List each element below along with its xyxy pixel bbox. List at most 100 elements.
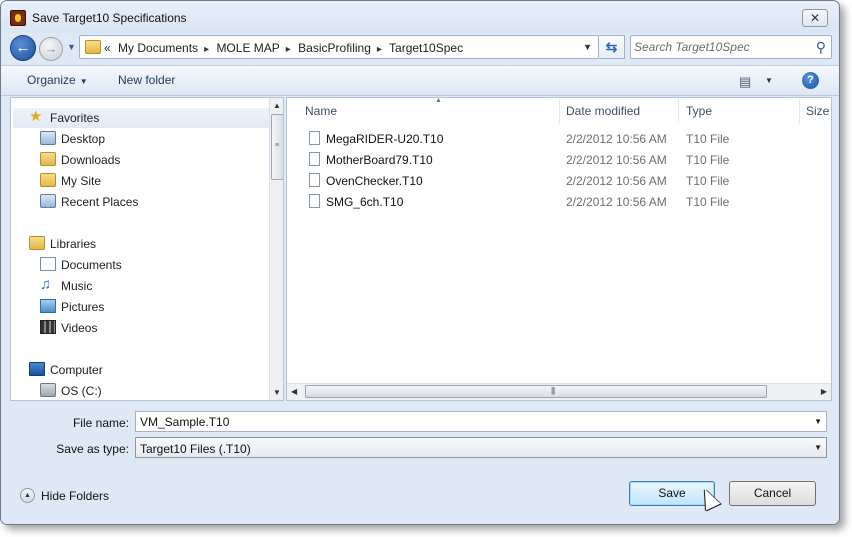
file-row[interactable]: MotherBoard79.T10 2/2/2012 10:56 AM T10 … — [287, 149, 831, 170]
breadcrumb-separator[interactable]: ▸ — [377, 44, 382, 55]
search-input[interactable] — [634, 38, 804, 56]
file-date: 2/2/2012 10:56 AM — [566, 132, 667, 146]
pictures-icon — [40, 299, 56, 313]
back-button[interactable]: ← — [10, 35, 36, 61]
scroll-right-icon[interactable]: ▶ — [821, 387, 827, 396]
nav-label: Documents — [61, 258, 122, 272]
computer-icon — [29, 362, 45, 376]
file-type: T10 File — [686, 132, 730, 146]
save-type-label: Save as type: — [56, 442, 129, 456]
close-button[interactable]: ✕ — [802, 9, 828, 27]
file-type: T10 File — [686, 195, 730, 209]
nav-label: Downloads — [61, 153, 121, 167]
refresh-button[interactable]: ⇆ — [599, 35, 625, 59]
file-name: SMG_6ch.T10 — [326, 195, 404, 209]
chevron-down-icon[interactable]: ▼ — [814, 443, 822, 452]
nav-label: Recent Places — [61, 195, 139, 209]
forward-button[interactable]: → — [39, 37, 63, 61]
window-title: Save Target10 Specifications — [32, 11, 187, 25]
save-dialog: Save Target10 Specifications ✕ ← → ▼ « M… — [0, 0, 840, 525]
breadcrumb-item[interactable]: My Documents — [118, 41, 198, 55]
nav-label: Libraries — [50, 237, 97, 251]
grip-icon: ≡ — [275, 142, 280, 149]
recent-places-icon — [40, 194, 56, 208]
nav-label: Desktop — [61, 132, 106, 146]
nav-label: OS (C:) — [61, 384, 102, 398]
nav-label: Music — [61, 279, 93, 293]
navigation-pane: ★ Favorites Desktop Downloads My Site Re… — [10, 97, 284, 401]
search-icon[interactable]: ⚲ — [816, 39, 826, 56]
file-icon — [309, 152, 320, 166]
app-icon — [10, 10, 26, 26]
column-header-date[interactable]: Date modified — [558, 98, 679, 124]
music-icon: ♫ — [40, 276, 52, 293]
file-row[interactable]: MegaRIDER-U20.T10 2/2/2012 10:56 AM T10 … — [287, 128, 831, 149]
view-dropdown-icon[interactable]: ▼ — [765, 76, 773, 85]
file-icon — [309, 194, 320, 208]
file-icon — [309, 173, 320, 187]
drive-icon — [40, 383, 56, 397]
scroll-up-icon[interactable]: ▲ — [273, 101, 281, 110]
file-list-pane: Name ▲ Date modified Type Size MegaRIDER… — [286, 97, 832, 401]
file-icon — [309, 131, 320, 145]
documents-icon — [40, 257, 56, 271]
organize-button[interactable]: Organize ▼ — [27, 73, 88, 87]
breadcrumb-item[interactable]: MOLE MAP — [216, 41, 279, 55]
desktop-icon — [40, 131, 56, 145]
new-folder-button[interactable]: New folder — [118, 73, 175, 87]
help-button[interactable]: ? — [802, 72, 819, 89]
cancel-button[interactable]: Cancel — [729, 481, 816, 506]
search-box[interactable]: ⚲ — [630, 35, 832, 59]
file-name-label: File name: — [72, 416, 129, 430]
address-row: ← → ▼ « My Documents ▸ MOLE MAP ▸ BasicPro… — [1, 33, 839, 63]
view-options-icon[interactable]: ▤ — [739, 74, 751, 90]
column-header-size[interactable]: Size — [798, 98, 831, 124]
file-name-input[interactable] — [140, 414, 790, 430]
grip-icon: ||| — [551, 386, 555, 395]
nav-label: Favorites — [50, 111, 100, 125]
nav-label: My Site — [61, 174, 102, 188]
file-name-field[interactable]: ▼ — [135, 411, 827, 432]
address-dropdown-icon[interactable]: ▼ — [583, 42, 592, 52]
nav-label: Pictures — [61, 300, 105, 314]
scroll-thumb[interactable]: ≡ — [271, 114, 283, 180]
breadcrumb-overflow[interactable]: « — [104, 41, 111, 55]
file-name: MotherBoard79.T10 — [326, 153, 433, 167]
file-row[interactable]: SMG_6ch.T10 2/2/2012 10:56 AM T10 File — [287, 191, 831, 212]
sort-ascending-icon: ▲ — [435, 97, 442, 104]
collapse-icon[interactable]: ▲ — [20, 488, 35, 503]
breadcrumb-separator[interactable]: ▸ — [286, 44, 291, 55]
file-date: 2/2/2012 10:56 AM — [566, 153, 667, 167]
star-icon: ★ — [29, 108, 43, 125]
history-dropdown-icon[interactable]: ▼ — [67, 42, 76, 52]
address-bar[interactable]: « My Documents ▸ MOLE MAP ▸ BasicProfiling… — [79, 35, 599, 59]
breadcrumb-separator[interactable]: ▸ — [204, 44, 209, 55]
command-toolbar: Organize ▼ New folder ▤ ▼ ? — [1, 65, 839, 96]
file-horizontal-scrollbar[interactable]: ◀ ||| ▶ — [287, 383, 831, 400]
scroll-down-icon[interactable]: ▼ — [273, 388, 281, 397]
nav-vertical-scrollbar[interactable]: ▲ ≡ ▼ — [269, 98, 283, 400]
save-type-select[interactable]: Target10 Files (.T10) ▼ — [135, 437, 827, 458]
breadcrumb-item[interactable]: Target10Spec — [389, 41, 463, 55]
nav-label: Computer — [50, 363, 103, 377]
chevron-down-icon[interactable]: ▼ — [814, 417, 822, 426]
scroll-thumb[interactable]: ||| — [305, 385, 767, 398]
nav-label: Videos — [61, 321, 98, 335]
scroll-left-icon[interactable]: ◀ — [291, 387, 297, 396]
file-date: 2/2/2012 10:56 AM — [566, 195, 667, 209]
breadcrumb-item[interactable]: BasicProfiling — [298, 41, 371, 55]
file-name: OvenChecker.T10 — [326, 174, 423, 188]
column-header-name[interactable]: Name ▲ — [297, 98, 560, 124]
file-type: T10 File — [686, 174, 730, 188]
save-type-value: Target10 Files (.T10) — [140, 442, 251, 456]
column-header-type[interactable]: Type — [678, 98, 800, 124]
my-site-icon — [40, 173, 56, 187]
chevron-down-icon: ▼ — [79, 77, 88, 86]
file-type: T10 File — [686, 153, 730, 167]
column-label: Name — [305, 104, 338, 118]
folder-icon — [85, 40, 101, 54]
file-row[interactable]: OvenChecker.T10 2/2/2012 10:56 AM T10 Fi… — [287, 170, 831, 191]
file-name: MegaRIDER-U20.T10 — [326, 132, 444, 146]
hide-folders-button[interactable]: Hide Folders — [41, 489, 109, 503]
title-bar[interactable]: Save Target10 Specifications ✕ — [1, 1, 839, 33]
